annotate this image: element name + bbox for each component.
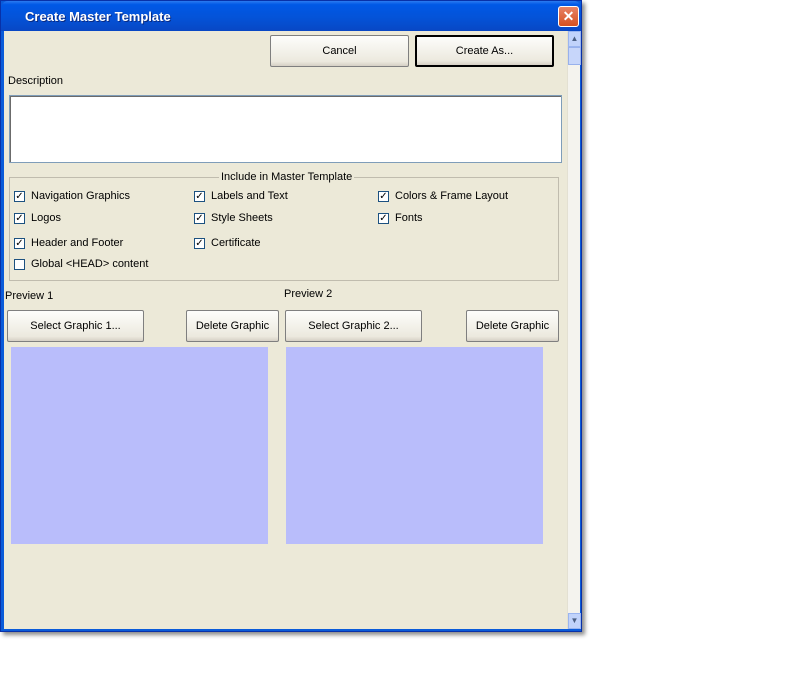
checkbox-logos-box[interactable]: ✓ bbox=[14, 212, 25, 224]
checkbox-label: Global <HEAD> content bbox=[31, 258, 149, 270]
scroll-down-button[interactable]: ▼ bbox=[568, 613, 581, 629]
select-graphic-2-button[interactable]: Select Graphic 2... bbox=[285, 310, 422, 342]
checkbox-global-head-content[interactable]: Global <HEAD> content bbox=[14, 258, 148, 270]
checkbox-label: Labels and Text bbox=[211, 190, 288, 202]
dialog-window: Create Master Template ✕ Cancel Create A… bbox=[0, 0, 582, 632]
checkbox-label: Certificate bbox=[211, 237, 261, 249]
checkbox-label: Navigation Graphics bbox=[31, 190, 131, 202]
checkbox-style-sheets[interactable]: ✓ Style Sheets bbox=[194, 212, 273, 224]
checkbox-colors-frame-layout-box[interactable]: ✓ bbox=[378, 190, 389, 202]
close-button[interactable]: ✕ bbox=[558, 6, 579, 27]
checkbox-colors-frame-layout[interactable]: ✓ Colors & Frame Layout bbox=[378, 190, 508, 202]
checkbox-logos[interactable]: ✓ Logos bbox=[14, 212, 61, 224]
checkbox-label: Style Sheets bbox=[211, 212, 273, 224]
checkbox-navigation-graphics-box[interactable]: ✓ bbox=[14, 190, 25, 202]
preview-2-label: Preview 2 bbox=[284, 288, 333, 300]
checkbox-navigation-graphics[interactable]: ✓ Navigation Graphics bbox=[14, 190, 130, 202]
close-icon: ✕ bbox=[562, 8, 575, 24]
checkbox-label: Header and Footer bbox=[31, 237, 124, 249]
checkbox-labels-and-text-box[interactable]: ✓ bbox=[194, 190, 205, 202]
description-label: Description bbox=[8, 75, 64, 87]
checkbox-global-head-content-box[interactable] bbox=[14, 258, 25, 270]
scroll-up-button[interactable]: ▲ bbox=[568, 31, 581, 47]
create-as-button[interactable]: Create As... bbox=[415, 35, 554, 67]
description-input[interactable] bbox=[9, 95, 562, 163]
scroll-up-icon: ▲ bbox=[570, 34, 579, 43]
checkbox-certificate-box[interactable]: ✓ bbox=[194, 237, 205, 249]
delete-graphic-1-button[interactable]: Delete Graphic bbox=[186, 310, 279, 342]
title-bar[interactable]: Create Master Template ✕ bbox=[1, 1, 581, 31]
delete-graphic-2-button[interactable]: Delete Graphic bbox=[466, 310, 559, 342]
dialog-client-area: Cancel Create As... Description Include … bbox=[4, 31, 567, 629]
select-graphic-1-button[interactable]: Select Graphic 1... bbox=[7, 310, 144, 342]
checkbox-certificate[interactable]: ✓ Certificate bbox=[194, 237, 261, 249]
checkbox-label: Colors & Frame Layout bbox=[395, 190, 509, 202]
window-title: Create Master Template bbox=[25, 9, 171, 24]
checkbox-fonts[interactable]: ✓ Fonts bbox=[378, 212, 423, 224]
vertical-scrollbar[interactable]: ▲ ▼ bbox=[567, 31, 581, 629]
preview-1-label: Preview 1 bbox=[5, 290, 54, 302]
checkbox-style-sheets-box[interactable]: ✓ bbox=[194, 212, 205, 224]
preview-1-image bbox=[11, 347, 268, 544]
checkbox-header-and-footer[interactable]: ✓ Header and Footer bbox=[14, 237, 123, 249]
include-group-legend: Include in Master Template bbox=[219, 171, 355, 183]
cancel-button[interactable]: Cancel bbox=[270, 35, 409, 67]
checkbox-header-and-footer-box[interactable]: ✓ bbox=[14, 237, 25, 249]
checkbox-labels-and-text[interactable]: ✓ Labels and Text bbox=[194, 190, 288, 202]
checkbox-label: Fonts bbox=[395, 212, 423, 224]
checkbox-fonts-box[interactable]: ✓ bbox=[378, 212, 389, 224]
scroll-thumb[interactable] bbox=[568, 47, 581, 65]
preview-2-image bbox=[286, 347, 543, 544]
scroll-down-icon: ▼ bbox=[570, 616, 579, 625]
checkbox-label: Logos bbox=[31, 212, 61, 224]
